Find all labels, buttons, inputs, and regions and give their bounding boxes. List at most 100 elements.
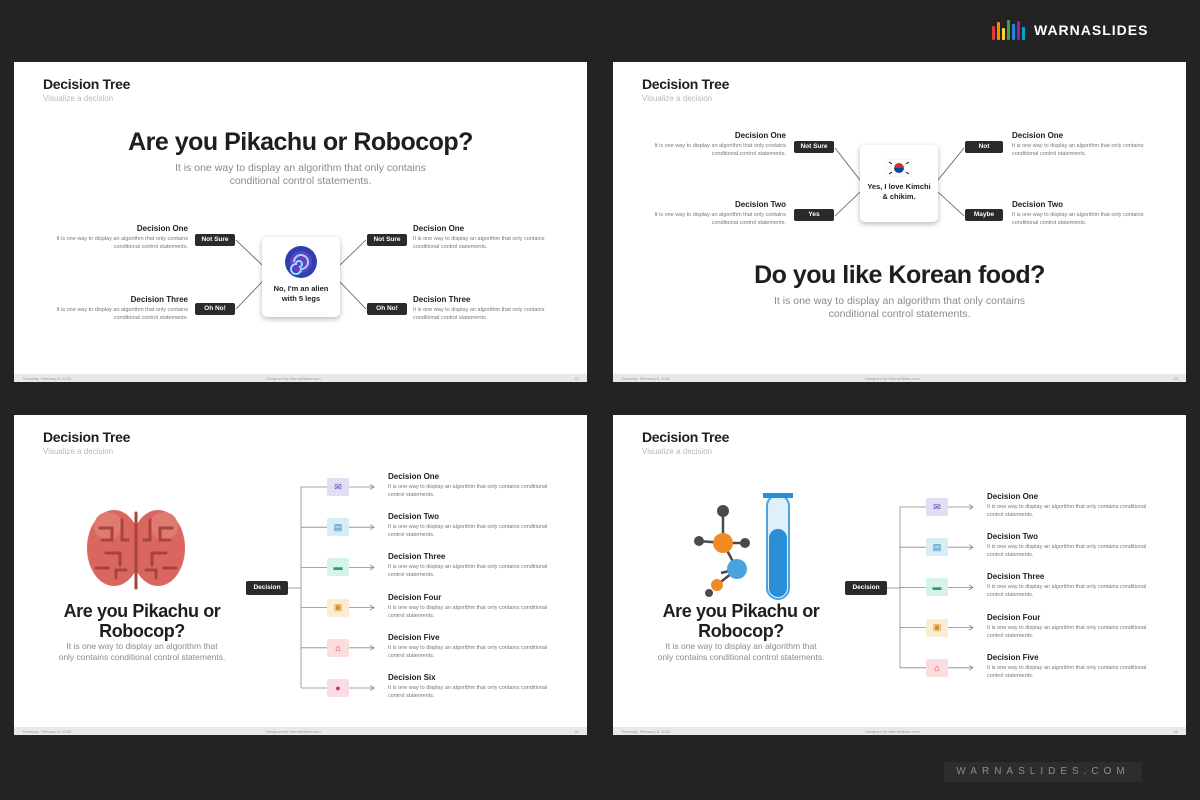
decision-desc: It is one way to display an algorithm th…	[388, 564, 548, 579]
brand-logo: WARNASLIDES	[992, 20, 1148, 40]
slide-footer: Thursday, February 6, 2020 Designed by W…	[613, 727, 1186, 735]
decision-title: Decision Four	[987, 612, 1041, 622]
tree-connectors	[887, 504, 974, 671]
car-icon: ▬	[926, 578, 948, 597]
decision-desc: It is one way to display an algorithm th…	[987, 584, 1147, 599]
globe-icon: ●	[327, 679, 349, 697]
message-icon: ✉	[926, 498, 948, 516]
center-decision-card: No, I'm an alien with 5 legs	[262, 237, 340, 317]
left-top-pill: Not Sure	[794, 141, 834, 153]
footer-design: Designed by WarnaSlides.com	[865, 729, 920, 734]
right-bottom-pill: Oh No!	[367, 303, 407, 315]
right-bottom-pill: Maybe	[965, 209, 1003, 221]
footer-page: 42	[574, 376, 579, 381]
footer-date: Thursday, February 6, 2020	[22, 376, 72, 381]
footer-date: Thursday, February 6, 2020	[22, 729, 72, 734]
brand-name: WARNASLIDES	[1034, 22, 1149, 38]
root-decision-pill: Decision	[246, 581, 288, 595]
house-icon: ⌂	[327, 638, 349, 657]
brand-bar	[1007, 20, 1010, 40]
slide-footer: Thursday, February 6, 2020 Designed by W…	[14, 727, 587, 735]
decision-desc: It is one way to display an algorithm th…	[388, 644, 548, 659]
film-icon: ▤	[327, 518, 349, 537]
right-top-desc: It is one way to display an algorithm th…	[413, 236, 545, 250]
left-bottom-title: Decision Three	[130, 295, 188, 304]
decision-title: Decision Six	[388, 673, 436, 682]
slide-43[interactable]: Decision Tree Visualize a decision Decis…	[613, 62, 1186, 382]
left-top-title: Decision One	[136, 224, 188, 233]
slide-44[interactable]: Decision Tree Visualize a decision Are y…	[14, 415, 587, 735]
root-decision-pill: Decision	[845, 581, 887, 595]
slide-question: Do you like Korean food?	[754, 261, 1045, 289]
decision-title: Decision Five	[987, 652, 1039, 662]
tree-connectors	[235, 239, 367, 310]
decision-desc: It is one way to display an algorithm th…	[388, 524, 548, 539]
brand-bar	[992, 26, 995, 40]
left-top-desc: It is one way to display an algorithm th…	[56, 236, 188, 250]
message-icon: ✉	[327, 478, 349, 496]
footer-design: Designed by WarnaSlides.com	[266, 729, 321, 734]
decision-title: Decision Four	[388, 592, 442, 602]
decision-desc: It is one way to display an algorithm th…	[987, 664, 1147, 679]
footer-date: Thursday, February 6, 2020	[621, 729, 671, 734]
left-bottom-pill: Yes	[794, 209, 834, 221]
footer-design: Designed by WarnaSlides.com	[865, 376, 920, 381]
korea-flag-icon	[885, 158, 913, 178]
brand-bar	[997, 22, 1000, 40]
decision-title: Decision Two	[987, 532, 1038, 542]
left-bottom-desc: It is one way to display an algorithm th…	[654, 212, 786, 226]
footer-design: Designed by WarnaSlides.com	[266, 376, 321, 381]
decision-desc: It is one way to display an algorithm th…	[388, 484, 548, 498]
left-top-title: Decision One	[734, 131, 786, 140]
slide-42[interactable]: Decision Tree Visualize a decision Are y…	[14, 62, 587, 382]
slide-description: It is one way to display an algorithm th…	[774, 295, 1025, 320]
center-text: No, I'm an alien with 5 legs	[273, 284, 329, 303]
slide-footer: Thursday, February 6, 2020 Designed by W…	[613, 374, 1186, 382]
slide-footer: Thursday, February 6, 2020 Designed by W…	[14, 374, 587, 382]
footer-page: 45	[1173, 729, 1178, 734]
decision-desc: It is one way to display an algorithm th…	[987, 504, 1147, 518]
right-top-title: Decision One	[413, 224, 465, 233]
footer-page: 43	[1173, 376, 1178, 381]
decision-title: Decision Five	[388, 632, 440, 642]
center-text: Yes, I love Kimchi & chikim.	[867, 182, 931, 201]
decision-title: Decision One	[987, 492, 1039, 501]
car-icon: ▬	[327, 558, 349, 577]
brand-bar	[1022, 27, 1025, 40]
right-top-pill: Not	[965, 141, 1003, 153]
right-bottom-desc: It is one way to display an algorithm th…	[1012, 212, 1144, 226]
spiral-icon	[285, 246, 317, 278]
left-top-pill: Not Sure	[195, 234, 235, 246]
brand-bar	[1017, 21, 1020, 40]
left-bottom-title: Decision Two	[735, 200, 786, 209]
right-bottom-desc: It is one way to display an algorithm th…	[413, 307, 545, 321]
house-icon: ⌂	[926, 658, 948, 677]
left-bottom-pill: Oh No!	[195, 303, 235, 315]
decision-title: Decision One	[388, 472, 440, 481]
watermark-url: WARNASLIDES.COM	[944, 762, 1142, 782]
decision-desc: It is one way to display an algorithm th…	[987, 624, 1147, 639]
center-decision-card: Yes, I love Kimchi & chikim.	[860, 145, 938, 222]
decision-desc: It is one way to display an algorithm th…	[388, 604, 548, 619]
decision-title: Decision Two	[388, 512, 439, 522]
right-bottom-title: Decision Three	[413, 295, 471, 304]
right-top-title: Decision One	[1012, 131, 1064, 140]
brand-bar	[1002, 28, 1005, 40]
decision-title: Decision Three	[987, 572, 1045, 582]
footer-page: 44	[574, 729, 579, 734]
left-top-desc: It is one way to display an algorithm th…	[654, 143, 786, 157]
slide-45[interactable]: Decision Tree Visualize a decision Are y…	[613, 415, 1186, 735]
brand-bars-icon	[992, 20, 1025, 40]
camera-icon: ▣	[327, 598, 349, 617]
right-top-pill: Not Sure	[367, 234, 407, 246]
brand-bar	[1012, 24, 1015, 40]
decision-title: Decision Three	[388, 552, 446, 562]
right-top-desc: It is one way to display an algorithm th…	[1012, 143, 1144, 157]
decision-desc: It is one way to display an algorithm th…	[388, 685, 548, 699]
footer-date: Thursday, February 6, 2020	[621, 376, 671, 381]
film-icon: ▤	[926, 538, 948, 557]
right-bottom-title: Decision Two	[1012, 200, 1063, 209]
left-bottom-desc: It is one way to display an algorithm th…	[56, 307, 188, 321]
camera-icon: ▣	[926, 618, 948, 637]
decision-desc: It is one way to display an algorithm th…	[987, 544, 1147, 559]
